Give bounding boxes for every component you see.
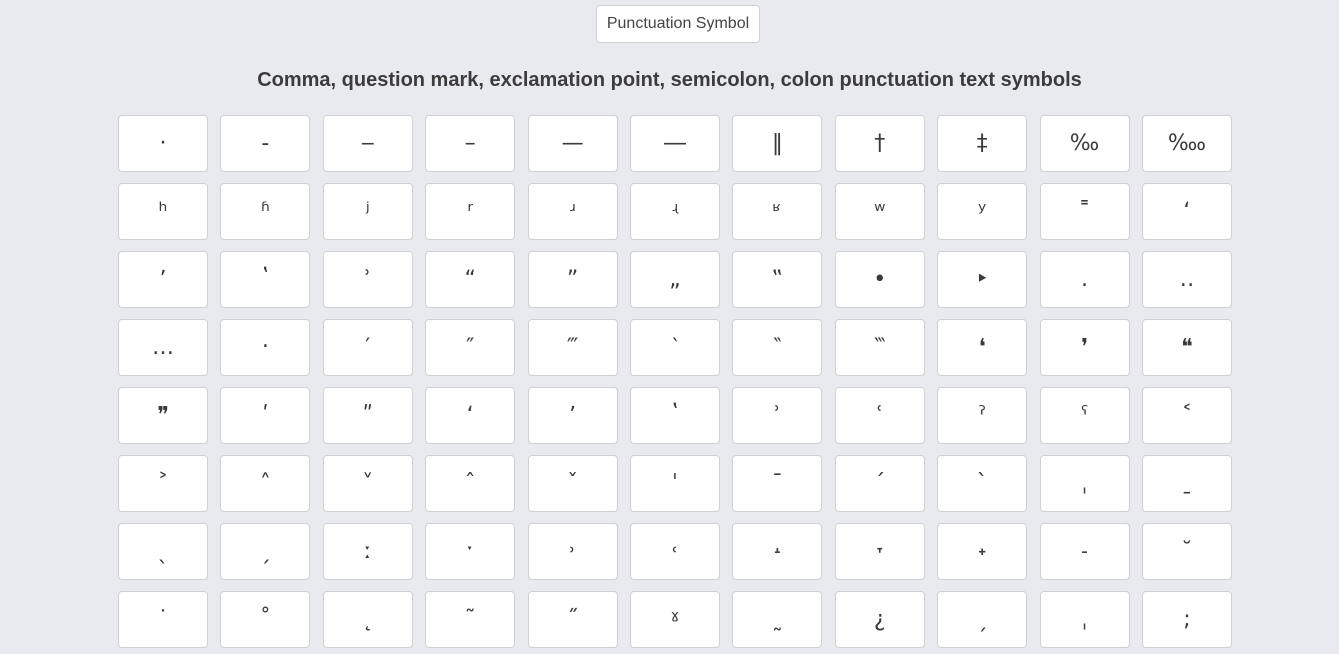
symbol-button[interactable]: ʴ xyxy=(527,183,618,240)
symbol-button[interactable]: ˎ xyxy=(118,523,208,580)
symbol-button[interactable]: ˷ xyxy=(732,591,823,648)
symbol-button[interactable]: ˃ xyxy=(118,455,208,512)
symbol-button[interactable]: ˖ xyxy=(937,523,1028,580)
symbol-button[interactable]: ˝ xyxy=(527,591,618,648)
symbol-button[interactable]: ˋ xyxy=(937,455,1028,512)
symbol-button[interactable]: · xyxy=(118,115,208,172)
symbol-button[interactable]: ˆ xyxy=(425,455,516,512)
symbol-button[interactable]: ‶ xyxy=(732,319,823,376)
symbol-button[interactable]: ‐ xyxy=(220,115,311,172)
symbol-button[interactable]: ˌ xyxy=(1039,455,1130,512)
symbol-button[interactable]: ¿ xyxy=(834,591,925,648)
symbol-button[interactable]: ʷ xyxy=(834,183,925,240)
symbol-button[interactable]: ʱ xyxy=(220,183,311,240)
symbol-button[interactable]: ˂ xyxy=(1141,387,1232,444)
symbol-button[interactable]: ˏ xyxy=(937,591,1028,648)
symbol-button[interactable]: „ xyxy=(629,251,720,308)
symbol-button[interactable]: … xyxy=(118,319,208,376)
symbol-button[interactable]: ― xyxy=(629,115,720,172)
punctuation-symbol-button[interactable]: Punctuation Symbol xyxy=(596,5,760,43)
symbol-button[interactable]: ˄ xyxy=(220,455,311,512)
symbol-button[interactable]: ˗ xyxy=(1039,523,1130,580)
symbol-button[interactable]: ․ xyxy=(1039,251,1130,308)
symbol-button[interactable]: ʻ xyxy=(1141,183,1232,240)
symbol-button[interactable]: ˠ xyxy=(629,591,720,648)
symbol-button[interactable]: ‵ xyxy=(629,319,720,376)
symbol-button[interactable]: ‖ xyxy=(732,115,823,172)
symbol-button[interactable]: ˀ xyxy=(937,387,1028,444)
symbol-button[interactable]: ˒ xyxy=(527,523,618,580)
symbol-button[interactable]: ˚ xyxy=(220,591,311,648)
symbol-button[interactable]: ˘ xyxy=(1141,523,1232,580)
symbol-button[interactable]: – xyxy=(425,115,516,172)
symbol-button[interactable]: ˊ xyxy=(834,455,925,512)
symbol-button[interactable]: ‥ xyxy=(1141,251,1232,308)
symbol-button[interactable]: “ xyxy=(425,251,516,308)
symbol-button[interactable]: ʰ xyxy=(118,183,208,240)
symbol-button[interactable]: ˉ xyxy=(732,455,823,512)
symbol-button[interactable]: ˏ xyxy=(220,523,311,580)
symbol-button[interactable]: ‧ xyxy=(220,319,311,376)
symbol-button[interactable]: ❞ xyxy=(118,387,208,444)
symbol-button[interactable]: ‟ xyxy=(732,251,823,308)
symbol-button[interactable]: ʽ xyxy=(629,387,720,444)
symbol-button[interactable]: ‒ xyxy=(322,115,413,172)
symbol-button[interactable]: ˕ xyxy=(834,523,925,580)
symbol-button[interactable]: ˜ xyxy=(425,591,516,648)
symbol-button[interactable]: ʿ xyxy=(834,387,925,444)
symbol-button[interactable]: ʶ xyxy=(732,183,823,240)
symbol-button[interactable]: ˑ xyxy=(425,523,516,580)
symbol-button[interactable]: ˅ xyxy=(322,455,413,512)
symbol-button[interactable]: ʸ xyxy=(937,183,1028,240)
symbol-button[interactable]: ʽ xyxy=(220,251,311,308)
symbol-button[interactable]: ❜ xyxy=(1039,319,1130,376)
symbol-grid: · ‐ ‒ – — ― ‖ † ‡ ‰ ‱ ʰ ʱ ʲ ʳ ʴ ʵ ʶ ʷ ʸ ˭ ʻ ʼ ʽ ʾ “” „ ‟ • ‣ ․ ‥… ‧ ′ ″ ‴ ‵ ‶… xyxy=(118,115,1232,648)
symbol-button[interactable]: ˭ xyxy=(1039,183,1130,240)
symbol-button[interactable]: — xyxy=(527,115,618,172)
symbol-button[interactable]: † xyxy=(834,115,925,172)
symbol-button[interactable]: ˈ xyxy=(629,455,720,512)
symbol-button[interactable]: ˔ xyxy=(732,523,823,580)
symbol-button[interactable]: ˌ xyxy=(1039,591,1130,648)
symbol-button[interactable]: ʳ xyxy=(425,183,516,240)
symbol-button[interactable]: ʲ xyxy=(322,183,413,240)
symbol-button[interactable]: ‣ xyxy=(937,251,1028,308)
symbol-button[interactable]: ː xyxy=(322,523,413,580)
symbol-button[interactable]: ‷ xyxy=(834,319,925,376)
symbol-button[interactable]: ˙ xyxy=(118,591,208,648)
symbol-button[interactable]: ˁ xyxy=(1039,387,1130,444)
symbol-button[interactable]: • xyxy=(834,251,925,308)
symbol-button[interactable]: ʼ xyxy=(118,251,208,308)
symbol-button[interactable]: ʼ xyxy=(527,387,618,444)
symbol-button[interactable]: ; xyxy=(1141,591,1232,648)
symbol-button[interactable]: ′ xyxy=(322,319,413,376)
symbol-button[interactable]: ‱ xyxy=(1141,115,1232,172)
symbol-button[interactable]: ʾ xyxy=(322,251,413,308)
symbol-button[interactable]: ” xyxy=(527,251,618,308)
symbol-button[interactable]: ‰ xyxy=(1039,115,1130,172)
symbol-button[interactable]: ˛ xyxy=(322,591,413,648)
page-title: Comma, question mark, exclamation point,… xyxy=(257,69,1082,91)
symbol-button[interactable]: ˍ xyxy=(1141,455,1232,512)
symbol-button[interactable]: ˓ xyxy=(629,523,720,580)
symbol-button[interactable]: ʺ xyxy=(322,387,413,444)
symbol-button[interactable]: ˇ xyxy=(527,455,618,512)
symbol-button[interactable]: ‡ xyxy=(937,115,1028,172)
symbol-button[interactable]: ʹ xyxy=(220,387,311,444)
symbol-button[interactable]: ″ xyxy=(425,319,516,376)
symbol-button[interactable]: ❛ xyxy=(937,319,1028,376)
symbol-button[interactable]: ʵ xyxy=(629,183,720,240)
symbol-button[interactable]: ‴ xyxy=(527,319,618,376)
symbol-button[interactable]: ʻ xyxy=(425,387,516,444)
symbol-button[interactable]: ❝ xyxy=(1141,319,1232,376)
symbol-button[interactable]: ʾ xyxy=(732,387,823,444)
